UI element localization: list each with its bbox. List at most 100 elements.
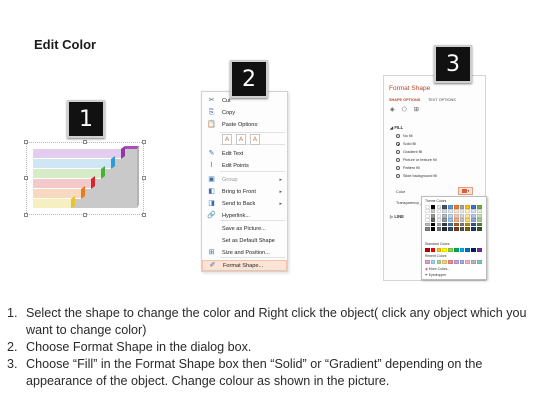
color-swatch[interactable] [471,226,476,231]
color-swatch[interactable] [442,248,447,252]
color-swatch[interactable] [425,218,430,222]
color-swatch[interactable] [453,222,459,227]
color-swatch[interactable] [465,205,471,209]
color-swatch[interactable] [465,248,471,252]
color-swatch[interactable] [448,222,453,227]
color-swatch[interactable] [477,222,482,227]
color-swatch[interactable] [471,260,476,264]
resize-handle[interactable] [24,176,28,180]
color-swatch[interactable] [471,209,476,214]
fill-section-header[interactable]: ◢ FILL [390,125,403,130]
color-swatch[interactable] [477,218,482,222]
color-swatch[interactable] [453,205,459,209]
resize-handle[interactable] [142,140,146,144]
color-swatch[interactable] [459,226,465,231]
color-swatch[interactable] [465,222,471,227]
color-swatch[interactable] [448,209,453,214]
color-swatch[interactable] [453,218,459,222]
effects-icon[interactable]: ⬠ [402,106,407,113]
menu-item-group[interactable]: ▣ Group ▸ [202,174,287,185]
color-swatch[interactable] [471,218,476,222]
color-swatch[interactable] [436,226,442,231]
color-swatch[interactable] [477,260,482,264]
color-swatch[interactable] [459,205,465,209]
color-swatch[interactable] [436,205,442,209]
color-swatch[interactable] [459,248,465,252]
color-swatch[interactable] [453,226,459,231]
color-swatch[interactable] [477,209,482,214]
color-swatch[interactable] [425,226,430,231]
tab-text-options[interactable]: TEXT OPTIONS [428,98,456,102]
color-swatch[interactable] [465,218,471,222]
color-swatch[interactable] [459,260,465,264]
color-swatch[interactable] [471,222,476,227]
fill-line-icon[interactable]: ◈ [390,106,395,113]
menu-item-copy[interactable]: ⎘ Copy [202,107,287,118]
color-swatch[interactable] [430,248,436,252]
color-swatch[interactable] [465,209,471,214]
color-swatch[interactable] [459,218,465,222]
color-swatch[interactable] [442,260,447,264]
color-swatch[interactable] [465,226,471,231]
color-swatch[interactable] [448,218,453,222]
color-swatch[interactable] [442,226,447,231]
color-swatch[interactable] [459,213,465,218]
fill-option-radio[interactable]: Solid fill [396,142,416,146]
color-swatch[interactable] [448,205,453,209]
resize-handle[interactable] [83,140,87,144]
color-swatch[interactable] [436,213,442,218]
color-swatch[interactable] [442,222,447,227]
fill-option-radio[interactable]: Slide background fill [396,174,437,178]
color-swatch[interactable] [442,218,447,222]
color-swatch[interactable] [442,205,447,209]
color-swatch[interactable] [430,213,436,218]
color-swatch[interactable] [465,213,471,218]
color-swatch[interactable] [425,205,430,209]
tab-shape-options[interactable]: SHAPE OPTIONS [389,98,420,102]
color-swatch[interactable] [430,218,436,222]
color-swatch[interactable] [442,209,447,214]
fill-option-radio[interactable]: Gradient fill [396,150,422,154]
color-swatch[interactable] [477,226,482,231]
menu-item-paste-options[interactable]: 📋 Paste Options: [202,119,287,130]
color-swatch[interactable] [430,226,436,231]
resize-handle[interactable] [142,176,146,180]
menu-item-hyperlink[interactable]: 🔗 Hyperlink... [202,210,287,221]
fill-option-radio[interactable]: Pattern fill [396,166,420,170]
color-swatch[interactable] [471,248,476,252]
color-swatch[interactable] [425,209,430,214]
menu-item-format-shape[interactable]: ✐ Format Shape... [202,260,287,271]
menu-item-edit-points[interactable]: ⌇ Edit Points [202,160,287,171]
color-swatch[interactable] [425,248,430,252]
color-swatch[interactable] [471,205,476,209]
color-swatch[interactable] [453,260,459,264]
color-swatch[interactable] [453,248,459,252]
color-swatch[interactable] [436,218,442,222]
color-swatch[interactable] [425,260,430,264]
paste-option-button[interactable]: A [236,134,246,145]
color-swatch[interactable] [436,209,442,214]
line-section-header[interactable]: ▷ LINE [390,214,404,219]
color-swatch[interactable] [430,260,436,264]
resize-handle[interactable] [24,140,28,144]
color-swatch[interactable] [430,205,436,209]
color-swatch[interactable] [477,205,482,209]
color-swatch[interactable] [459,209,465,214]
resize-handle[interactable] [83,213,87,217]
color-swatch[interactable] [471,213,476,218]
resize-handle[interactable] [24,213,28,217]
color-swatch[interactable] [436,248,442,252]
menu-item-size-and-position[interactable]: ⊞ Size and Position... [202,247,287,258]
resize-handle[interactable] [142,213,146,217]
color-picker-button[interactable]: ▾ [458,187,473,195]
color-swatch[interactable] [477,248,482,252]
color-swatch[interactable] [448,213,453,218]
fill-option-radio[interactable]: No fill [396,134,413,138]
color-swatch[interactable] [436,260,442,264]
color-swatch[interactable] [448,248,453,252]
staircase-slide-preview[interactable] [24,140,146,217]
color-swatch[interactable] [448,260,453,264]
color-swatch[interactable] [453,209,459,214]
color-swatch[interactable] [459,222,465,227]
menu-item-edit-text[interactable]: ✎ Edit Text [202,148,287,159]
